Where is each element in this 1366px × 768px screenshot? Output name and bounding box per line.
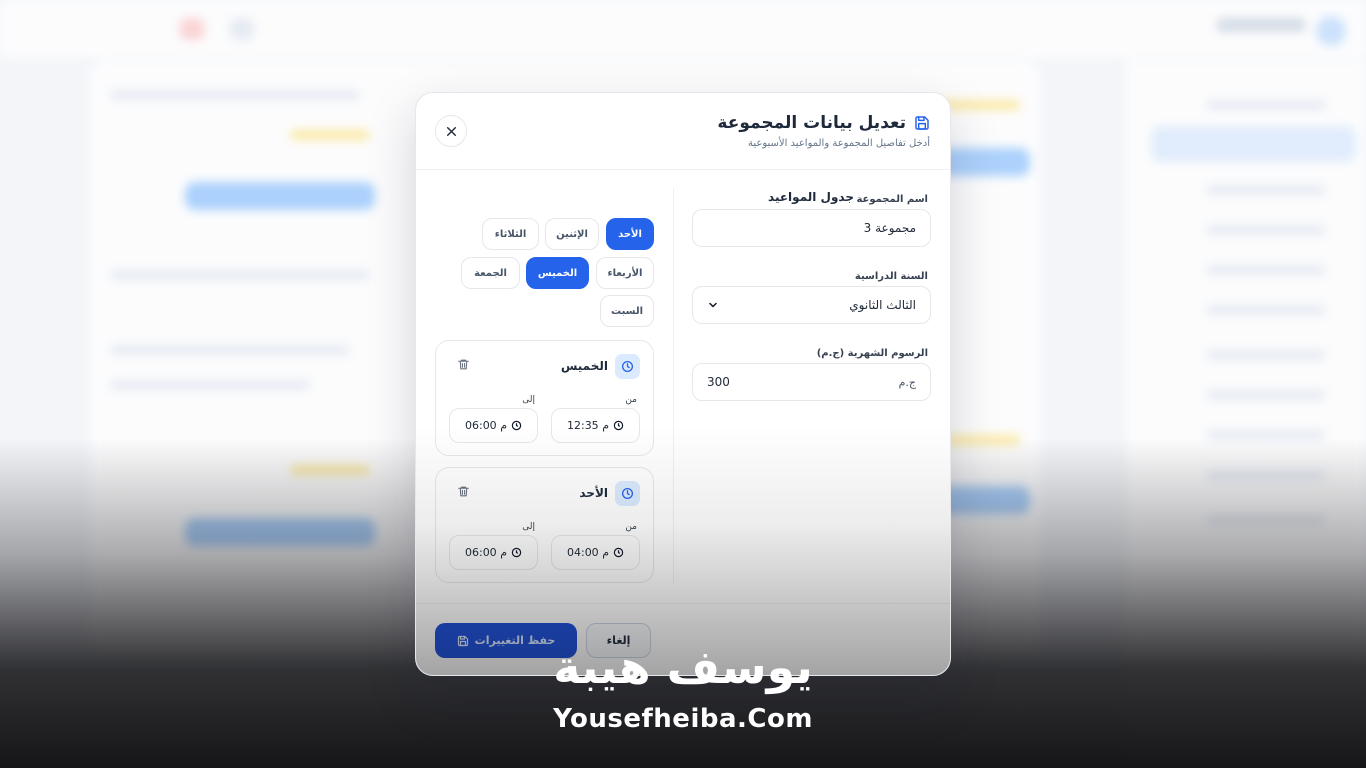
modal-header: تعديل بيانات المجموعة أدخل تفاصيل المجمو…	[416, 93, 950, 170]
from-label: من	[625, 395, 637, 405]
chevron-down-icon	[707, 299, 719, 311]
background-sidebar-line	[1206, 225, 1326, 235]
slot-day-label: الخميس	[560, 359, 608, 373]
background-tag	[940, 100, 1020, 110]
background-line	[110, 345, 350, 355]
currency-unit: ج.م	[898, 375, 916, 389]
background-sidebar-line	[1206, 390, 1326, 400]
day-chip-friday[interactable]: الجمعة	[461, 257, 520, 289]
day-chip-monday[interactable]: الإثنين	[545, 218, 599, 250]
save-icon	[914, 115, 930, 131]
clock-icon	[615, 354, 640, 379]
background-topbar	[0, 0, 1366, 60]
close-button[interactable]	[435, 115, 467, 147]
to-time-input[interactable]: 06:00 م	[449, 408, 538, 443]
clock-icon	[511, 420, 522, 431]
background-button	[185, 182, 375, 210]
day-chip-tuesday[interactable]: الثلاثاء	[482, 218, 539, 250]
day-chip-thursday[interactable]: الخميس	[526, 257, 589, 289]
monthly-fee-input[interactable]: ج.م 300	[692, 363, 931, 401]
to-time-value: 06:00 م	[464, 419, 507, 432]
x-icon	[445, 125, 458, 138]
background-notification-icon	[180, 18, 204, 40]
from-time-value: 12:35 م	[566, 419, 609, 432]
watermark-arabic: يوسف هيبة	[553, 640, 813, 694]
schedule-title: جدول المواعيد	[768, 190, 854, 204]
background-sidebar-active-item	[1151, 126, 1356, 162]
background-sidebar-line	[1206, 305, 1326, 315]
column-divider	[673, 188, 674, 583]
to-label: إلى	[522, 522, 535, 532]
clock-icon	[613, 547, 624, 558]
background-sidebar-line	[1206, 350, 1326, 360]
day-chip-wednesday[interactable]: الأربعاء	[596, 257, 654, 289]
background-line	[110, 380, 310, 390]
background-line	[110, 270, 370, 280]
monthly-fee-value: 300	[707, 375, 730, 389]
background-line	[110, 90, 360, 100]
background-settings-icon	[230, 18, 254, 40]
background-sidebar-line	[1206, 185, 1326, 195]
group-name-label: اسم المجموعة	[856, 194, 928, 205]
from-time-input[interactable]: 04:00 م	[551, 535, 640, 570]
from-label: من	[625, 522, 637, 532]
schedule-slot-card: الخميس من إلى 12:35 م 06:00 م	[435, 340, 654, 456]
trash-icon[interactable]	[456, 485, 470, 499]
background-tag	[290, 130, 370, 140]
clock-icon	[511, 547, 522, 558]
background-sidebar-line	[1206, 265, 1326, 275]
school-year-select[interactable]: الثالث الثانوي	[692, 286, 931, 324]
modal-subtitle: أدخل تفاصيل المجموعة والمواعيد الأسبوعية	[747, 138, 930, 149]
school-year-value: الثالث الثانوي	[849, 298, 916, 312]
group-name-input[interactable]: مجموعة 3	[692, 209, 931, 247]
from-time-value: 04:00 م	[566, 546, 609, 559]
to-label: إلى	[522, 395, 535, 405]
modal-title-row: تعديل بيانات المجموعة	[717, 113, 930, 133]
to-time-value: 06:00 م	[464, 546, 507, 559]
edit-group-modal: تعديل بيانات المجموعة أدخل تفاصيل المجمو…	[415, 92, 951, 676]
schedule-slot-card: الأحد من إلى 04:00 م 06:00 م	[435, 467, 654, 583]
watermark-latin: Yousefheiba.Com	[553, 704, 813, 734]
school-year-label: السنة الدراسية	[854, 271, 928, 282]
background-sidebar-line	[1206, 100, 1326, 110]
monthly-fee-label: الرسوم الشهرية (ج.م)	[816, 348, 928, 359]
footer-divider	[416, 603, 950, 604]
trash-icon[interactable]	[456, 358, 470, 372]
background-avatar	[1316, 16, 1346, 46]
to-time-input[interactable]: 06:00 م	[449, 535, 538, 570]
day-chip-saturday[interactable]: السبت	[600, 295, 654, 327]
modal-title: تعديل بيانات المجموعة	[717, 113, 906, 133]
background-brand	[1216, 18, 1306, 32]
clock-icon	[615, 481, 640, 506]
slot-day-label: الأحد	[579, 486, 608, 500]
day-chip-sunday[interactable]: الأحد	[606, 218, 654, 250]
clock-icon	[613, 420, 624, 431]
from-time-input[interactable]: 12:35 م	[551, 408, 640, 443]
